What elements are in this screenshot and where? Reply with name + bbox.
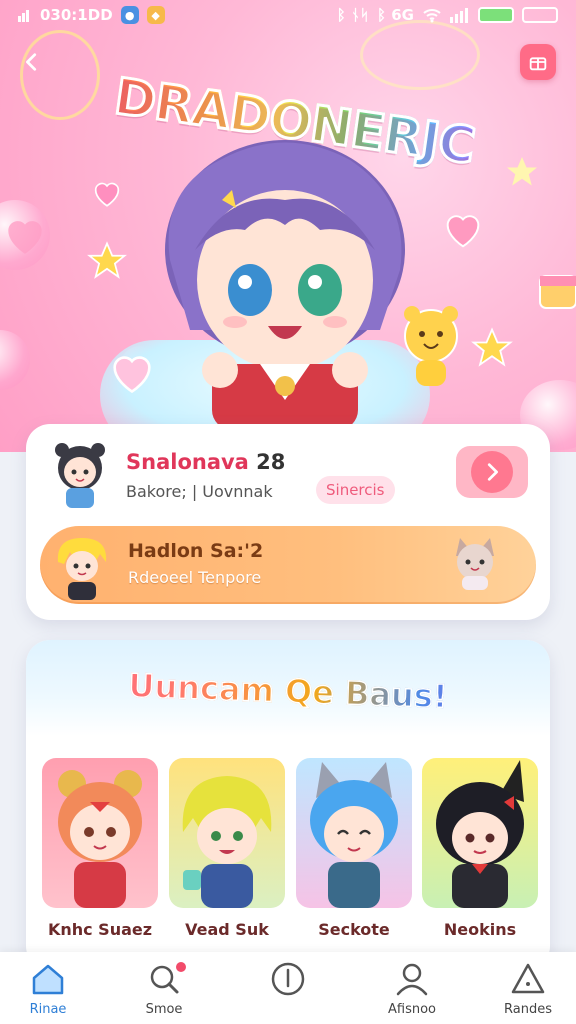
character-card[interactable]: [422, 758, 538, 908]
home-icon: [32, 964, 64, 995]
bubble-decoration: [0, 330, 30, 390]
player-meta: Bakore; | Uovnnak: [126, 482, 273, 501]
cat-icon: [456, 538, 494, 590]
status-right: ᛒ ᚾᛋ ᛒ 6G: [337, 6, 558, 24]
nav-center[interactable]: [240, 960, 336, 1022]
nav-label: Rinae: [29, 1002, 67, 1017]
chevron-left-icon: [26, 53, 37, 71]
player-avatar: [55, 443, 105, 508]
player-level: 28: [256, 450, 286, 474]
chevron-right-icon: [487, 463, 498, 481]
back-button[interactable]: [14, 44, 50, 80]
character-portrait: [310, 762, 398, 908]
profile-go-button[interactable]: [456, 446, 528, 498]
character-name: Vead Suk: [185, 920, 269, 939]
status-bar: 030:1DD ● ◆ ᛒ ᚾᛋ ᛒ 6G: [0, 0, 576, 30]
swirl-decoration: [360, 20, 480, 90]
app-notification-icon: ●: [120, 6, 139, 24]
characters-card: Uuncam Qe Baus! Knhc Suaez Vead Suk Seck…: [26, 640, 550, 970]
user-icon: [396, 963, 428, 996]
star-icon: [87, 241, 127, 279]
star-icon: [507, 157, 537, 186]
gift-icon: [529, 57, 547, 71]
character-name: Knhc Suaez: [47, 920, 153, 939]
star-icon: [471, 327, 513, 367]
player-name-text: Snalonava: [126, 450, 249, 474]
friend-avatar: [57, 538, 107, 600]
character-card[interactable]: [296, 758, 412, 908]
status-network: ᛒ 6G: [377, 6, 414, 24]
hero-character-illustration: [165, 140, 405, 430]
character-card[interactable]: [169, 758, 285, 908]
heart-icon: [446, 215, 480, 248]
nav-label: Smoe: [145, 1002, 183, 1017]
battery-icon: [478, 7, 514, 23]
profile-go-circle: [471, 451, 513, 493]
character-name: Neokins: [443, 920, 517, 939]
status-badge: Sinercis: [316, 476, 395, 504]
nav-label: Randes: [504, 1002, 552, 1017]
profile-card: Snalonava 28 Bakore; | Uovnnak Sinercis …: [26, 424, 550, 620]
nav-profile[interactable]: Afisnoo: [364, 960, 460, 1022]
character-list: Knhc Suaez Vead Suk Seckote Neokins: [42, 758, 538, 958]
friend-banner[interactable]: Hadlon Sa:'2 Rdeoeel Tenpore: [40, 526, 536, 604]
signal-icon: [18, 10, 29, 22]
status-connectivity: ᛒ ᚾᛋ: [336, 6, 370, 24]
cellular-icon: [450, 8, 468, 23]
status-time: 030:1DD: [40, 6, 113, 24]
heart-icon: [8, 221, 42, 254]
friend-name: Hadlon Sa:'2: [128, 540, 264, 562]
player-name: Snalonava 28: [126, 450, 285, 474]
notification-badge: [174, 960, 188, 974]
character-portrait: [58, 770, 142, 908]
status-left: 030:1DD ● ◆: [18, 6, 165, 24]
battery-outline-icon: [522, 7, 558, 23]
bottom-nav: Rinae Smoe Afisnoo Randes: [0, 952, 576, 1024]
wifi-icon: [423, 9, 441, 23]
character-portrait: [436, 760, 524, 908]
mascot-icon: [404, 306, 458, 386]
nav-label: Afisnoo: [387, 1002, 436, 1017]
friend-subtitle: Rdeoeel Tenpore: [128, 568, 262, 587]
character-card[interactable]: [42, 758, 158, 908]
nav-home[interactable]: Rinae: [0, 960, 96, 1022]
nav-more[interactable]: Randes: [480, 960, 576, 1022]
clock-icon: [271, 962, 305, 996]
player-profile-row[interactable]: Snalonava 28 Bakore; | Uovnnak Sinercis: [26, 424, 550, 524]
character-name: Seckote: [318, 920, 390, 939]
game-notification-icon: ◆: [146, 6, 165, 24]
cake-icon: [539, 275, 576, 309]
heart-icon: [94, 182, 120, 207]
nav-search[interactable]: Smoe: [116, 960, 212, 1022]
triangle-icon: [511, 963, 545, 994]
gift-button[interactable]: [520, 44, 556, 80]
character-portrait: [182, 776, 272, 908]
